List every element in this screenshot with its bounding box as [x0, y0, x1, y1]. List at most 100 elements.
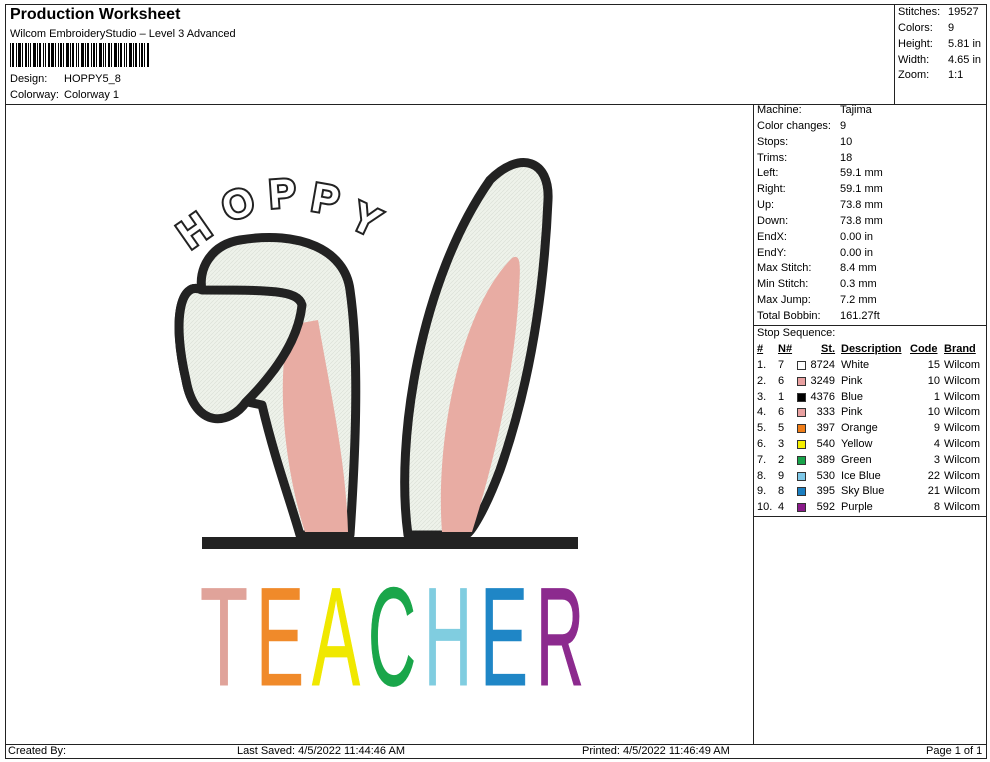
cell-desc: Pink [841, 374, 863, 387]
colorway-value: Colorway 1 [64, 89, 120, 101]
cell-num: 7. [757, 453, 767, 466]
cell-num: 4. [757, 406, 767, 419]
right-panel-divider [753, 104, 754, 744]
cell-n: 4 [778, 501, 785, 514]
color-swatch [797, 455, 806, 465]
cell-num: 10. [757, 501, 773, 514]
col-header-num: # [757, 343, 764, 355]
cell-brand: Wilcom [944, 469, 981, 482]
cell-st: 3249 [810, 374, 835, 387]
cell-desc: Sky Blue [841, 485, 885, 498]
table-row: 1. 7 8724 White 15 Wilcom [757, 359, 985, 375]
cell-code: 10 [927, 406, 940, 419]
cell-brand: Wilcom [944, 438, 981, 450]
stats-divider [894, 4, 895, 104]
cell-n: 8 [778, 485, 785, 498]
cell-n: 1 [778, 390, 785, 403]
cell-st: 389 [816, 453, 835, 466]
hoppy-letter: P [308, 176, 342, 224]
table-row: 9. 8 395 Sky Blue 21 Wilcom [757, 485, 985, 501]
footer-divider [5, 744, 987, 745]
col-header-st: St. [821, 343, 836, 355]
cell-desc: Yellow [841, 438, 873, 450]
cell-brand: Wilcom [944, 406, 981, 419]
left-ear [174, 232, 361, 540]
cell-desc: Green [841, 453, 872, 466]
cell-code: 8 [933, 501, 940, 514]
cell-code: 3 [933, 453, 940, 466]
cell-code: 10 [927, 374, 940, 387]
footer-created-by: Created By: [8, 745, 67, 757]
teacher-letter: H [424, 558, 472, 700]
cell-desc: Blue [841, 390, 864, 403]
footer-last-saved: Last Saved: 4/5/2022 11:44:46 AM [237, 745, 405, 757]
hoppy-letter: P [268, 171, 298, 217]
cell-code: 21 [927, 485, 940, 498]
stop-sequence-label: Stop Sequence: [757, 327, 836, 339]
teacher-letter: T [200, 558, 248, 700]
color-swatch [797, 392, 806, 402]
page-title: Production Worksheet [10, 6, 181, 23]
cell-brand: Wilcom [944, 374, 981, 387]
cell-n: 3 [778, 438, 785, 450]
colorway-label: Colorway: [10, 89, 59, 101]
cell-n: 5 [778, 422, 785, 435]
color-swatch [797, 471, 806, 481]
props-seq-divider [753, 325, 987, 326]
design-value: HOPPY5_8 [64, 73, 121, 85]
teacher-text: TEACHER [200, 558, 585, 701]
color-swatch [797, 503, 806, 513]
cell-num: 5. [757, 422, 767, 435]
cell-code: 15 [927, 359, 940, 371]
design-label: Design: [10, 73, 48, 85]
teacher-letter: R [536, 558, 584, 700]
cell-st: 540 [816, 438, 835, 450]
table-row: 6. 3 540 Yellow 4 Wilcom [757, 438, 985, 454]
cell-desc: Ice Blue [841, 469, 881, 482]
col-header-code: Code [910, 343, 938, 355]
table-row: 5. 5 397 Orange 9 Wilcom [757, 422, 985, 438]
cell-brand: Wilcom [944, 501, 981, 514]
cell-code: 4 [933, 438, 940, 450]
cell-n: 9 [778, 469, 785, 482]
divider-bar [202, 537, 578, 549]
table-row: 10. 4 592 Purple 8 Wilcom [757, 501, 985, 517]
table-row: 7. 2 389 Green 3 Wilcom [757, 454, 985, 470]
right-ear [400, 158, 553, 540]
cell-st: 530 [816, 469, 835, 482]
teacher-letter: C [368, 558, 416, 700]
table-row: 3. 1 4376 Blue 1 Wilcom [757, 391, 985, 407]
teacher-letter: E [256, 558, 304, 700]
footer-printed: Printed: 4/5/2022 11:46:49 AM [582, 745, 730, 757]
cell-st: 395 [816, 485, 835, 498]
table-row: 4. 6 333 Pink 10 Wilcom [757, 406, 985, 422]
hoppy-letter: Y [344, 194, 387, 245]
cell-code: 1 [933, 390, 940, 403]
cell-st: 333 [816, 406, 835, 419]
cell-n: 6 [778, 374, 785, 387]
cell-num: 3. [757, 390, 767, 403]
cell-brand: Wilcom [944, 453, 981, 466]
embroidery-design: H O P P Y TEACHER [168, 158, 585, 701]
col-header-n: N# [778, 343, 793, 355]
col-header-brand: Brand [944, 343, 976, 355]
cell-n: 2 [778, 453, 785, 466]
cell-n: 7 [778, 359, 785, 371]
cell-num: 9. [757, 485, 767, 498]
hoppy-letter: O [216, 178, 260, 230]
cell-st: 8724 [810, 359, 835, 371]
cell-st: 4376 [810, 390, 835, 403]
cell-num: 6. [757, 438, 767, 450]
cell-brand: Wilcom [944, 390, 981, 403]
cell-brand: Wilcom [944, 359, 981, 371]
cell-code: 22 [927, 469, 940, 482]
app-subtitle: Wilcom EmbroideryStudio – Level 3 Advanc… [10, 28, 236, 40]
cell-desc: Pink [841, 406, 863, 419]
col-header-desc: Description [841, 343, 902, 355]
cell-desc: Orange [841, 422, 878, 435]
color-swatch [797, 424, 806, 434]
color-swatch [797, 408, 806, 418]
cell-desc: White [841, 359, 870, 371]
footer-page: Page 1 of 1 [926, 745, 983, 757]
barcode [10, 43, 149, 67]
